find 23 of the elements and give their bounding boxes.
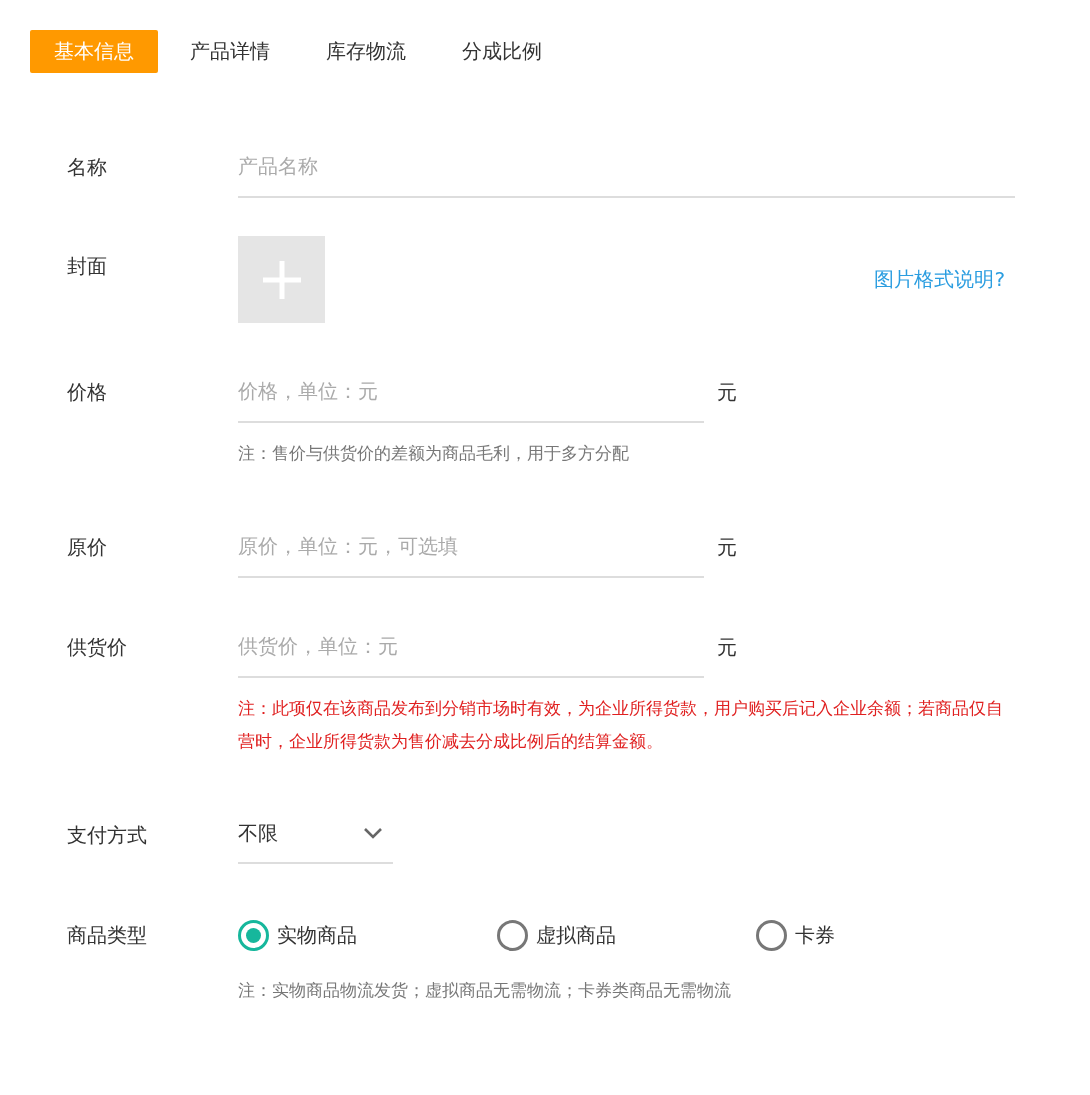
field-label: 支付方式 — [67, 822, 148, 849]
note-text: 注：实物商品物流发货；虚拟商品无需物流；卡券类商品无需物流 — [238, 979, 732, 1002]
radio-option[interactable]: 虚拟商品 — [497, 919, 756, 951]
unit-label: 元 — [717, 378, 737, 406]
radio-option[interactable]: 实物商品 — [238, 919, 497, 951]
field-label: 封面 — [67, 253, 108, 280]
tab[interactable]: 产品详情 — [166, 30, 294, 73]
upload-button[interactable] — [238, 236, 325, 323]
chevron-down-icon — [363, 827, 383, 839]
field-label: 供货价 — [67, 634, 128, 661]
tab[interactable]: 分成比例 — [438, 30, 566, 73]
field-label: 商品类型 — [67, 922, 148, 949]
payment-select[interactable]: 不限 — [238, 804, 393, 864]
radio-option[interactable]: 卡券 — [756, 919, 1015, 951]
note-text: 注：售价与供货价的差额为商品毛利，用于多方分配 — [238, 442, 630, 465]
note-text: 注：此项仅在该商品发布到分销市场时有效，为企业所得货款，用户购买后记入企业余额；若商品仅自营时，企业所得货款为售价减去分成比例后的结算金额。 — [238, 697, 1004, 753]
tab[interactable]: 库存物流 — [302, 30, 430, 73]
plus-icon — [262, 260, 301, 299]
field-label: 原价 — [67, 534, 108, 561]
unit-label: 元 — [717, 533, 737, 561]
field-label: 名称 — [67, 154, 108, 181]
unit-label: 元 — [717, 633, 737, 661]
field-label: 价格 — [67, 379, 108, 406]
